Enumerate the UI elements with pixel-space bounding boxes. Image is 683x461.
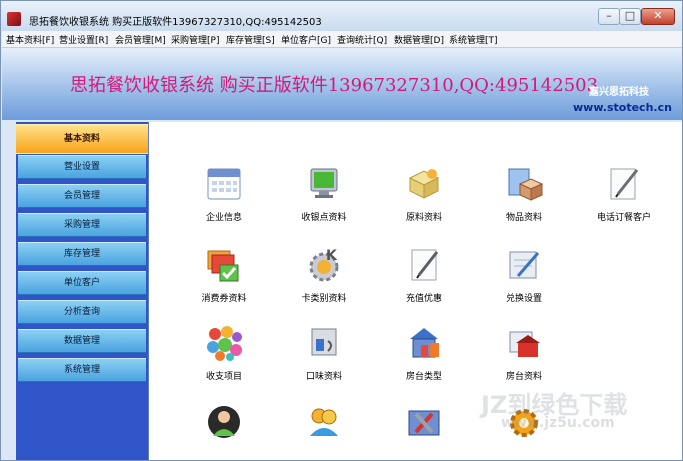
tile-label: 收支项目: [205, 372, 242, 382]
menu-member[interactable]: 会员管理[M]: [115, 33, 166, 46]
sidebar-item-business[interactable]: 营业设置: [18, 155, 146, 179]
menu-query[interactable]: 查询统计[Q]: [337, 33, 387, 46]
menu-bar: 基本资料[F] 营业设置[R] 会员管理[M] 采购管理[P] 库存管理[S] …: [2, 31, 682, 48]
banner-url: www.stotech.cn: [573, 101, 672, 114]
tile-label: 卡类别资料: [301, 294, 347, 304]
tile-income-expense[interactable]: 收支项目: [179, 323, 269, 393]
header-banner: 思拓餐饮收银系统 购买正版软件13967327310,QQ:495142503 …: [2, 48, 682, 120]
sidebar-item-analysis[interactable]: 分析查询: [18, 300, 146, 324]
tile-label: 消费券资料: [201, 294, 247, 304]
tile-cashier-point[interactable]: 收银点资料: [279, 164, 369, 234]
menu-data[interactable]: 数据管理[D]: [394, 33, 444, 46]
window-title: 思拓餐饮收银系统 购买正版软件13967327310,QQ:495142503: [29, 17, 322, 28]
tile-materials[interactable]: 原料资料: [379, 164, 469, 234]
title-bar[interactable]: 思拓餐饮收银系统 购买正版软件13967327310,QQ:495142503 …: [1, 1, 682, 31]
app-icon: [7, 12, 21, 26]
coupon-check-icon: [207, 250, 239, 282]
tile-room-info[interactable]: 房台资料: [479, 323, 569, 393]
recharge-pen-icon: [411, 249, 439, 281]
tile-label: 充值优惠: [405, 294, 442, 304]
exchange-pen-icon: [509, 251, 540, 279]
tile-coupon[interactable]: 消费券资料: [179, 245, 269, 315]
tile-card-type[interactable]: K 卡类别资料: [279, 245, 369, 315]
tile-room-type[interactable]: 房台类型: [379, 323, 469, 393]
menu-system[interactable]: 系统管理[T]: [449, 33, 498, 46]
tile-label: 物品资料: [505, 213, 542, 223]
house-type-icon: [410, 328, 439, 358]
toolbox-icon: [408, 410, 440, 436]
sidebar-item-basic[interactable]: 基本资料: [16, 124, 148, 154]
tile-exchange-settings[interactable]: 兑换设置: [479, 245, 569, 315]
tile-label: 收银点资料: [301, 213, 347, 223]
menu-purchase[interactable]: 采购管理[P]: [171, 33, 219, 46]
sidebar-item-inventory[interactable]: 库存管理: [18, 242, 146, 266]
tile-goods[interactable]: 物品资料: [479, 164, 569, 234]
close-button[interactable]: ✕: [641, 8, 675, 25]
sidebar-item-system[interactable]: 系统管理: [18, 358, 146, 382]
tile-label: 原料资料: [405, 213, 442, 223]
goods-box-icon: [508, 168, 544, 201]
tile-taste[interactable]: 口味资料: [279, 323, 369, 393]
tile-staff[interactable]: [179, 402, 269, 460]
tile-users[interactable]: [279, 402, 369, 460]
sidebar-item-data[interactable]: 数据管理: [18, 329, 146, 353]
house-info-icon: [509, 331, 540, 357]
sidebar-item-purchase[interactable]: 采购管理: [18, 213, 146, 237]
materials-icon: [408, 169, 440, 199]
menu-customer[interactable]: 单位客户[G]: [281, 33, 331, 46]
sidebar-item-customer[interactable]: 单位客户: [18, 271, 146, 295]
card-gear-icon: K: [309, 248, 339, 282]
monitor-icon: [310, 168, 338, 198]
calendar-icon: [207, 168, 241, 200]
tile-label: 企业信息: [205, 213, 242, 223]
tile-label: 电话订餐客户: [596, 213, 651, 223]
users-icon: [310, 408, 338, 436]
menu-inventory[interactable]: 库存管理[S]: [226, 33, 275, 46]
taste-icon: [311, 328, 337, 356]
tile-label: 兑换设置: [505, 294, 542, 304]
tile-phone-order-customer[interactable]: 电话订餐客户: [579, 164, 669, 234]
banner-headline: 思拓餐饮收银系统 购买正版软件13967327310,QQ:495142503: [70, 75, 599, 96]
menu-basic[interactable]: 基本资料[F]: [6, 33, 54, 46]
sidebar-item-member[interactable]: 会员管理: [18, 184, 146, 208]
person-icon: [208, 406, 240, 438]
app-window: 思拓餐饮收银系统 购买正版软件13967327310,QQ:495142503 …: [0, 0, 683, 461]
maximize-button[interactable]: □: [619, 8, 641, 25]
tile-company-info[interactable]: 企业信息: [179, 164, 269, 234]
colorful-balls-icon: [207, 326, 242, 361]
tile-label: 房台资料: [505, 372, 542, 382]
pen-paper-icon: [610, 168, 639, 200]
sidebar: 基本资料 营业设置 会员管理 采购管理 库存管理 单位客户 分析查询 数据管理 …: [16, 122, 148, 460]
watermark-url: www.jz5u.com: [501, 415, 615, 431]
banner-brand: 嘉兴思拓科技: [589, 87, 649, 98]
tile-recharge-discount[interactable]: 充值优惠: [379, 245, 469, 315]
tile-label: 口味资料: [305, 372, 342, 382]
svg-text:K: K: [326, 248, 338, 264]
tile-label: 房台类型: [405, 372, 442, 382]
minimize-button[interactable]: –: [598, 8, 620, 25]
tile-tools[interactable]: [379, 402, 469, 460]
menu-business[interactable]: 营业设置[R]: [59, 33, 108, 46]
